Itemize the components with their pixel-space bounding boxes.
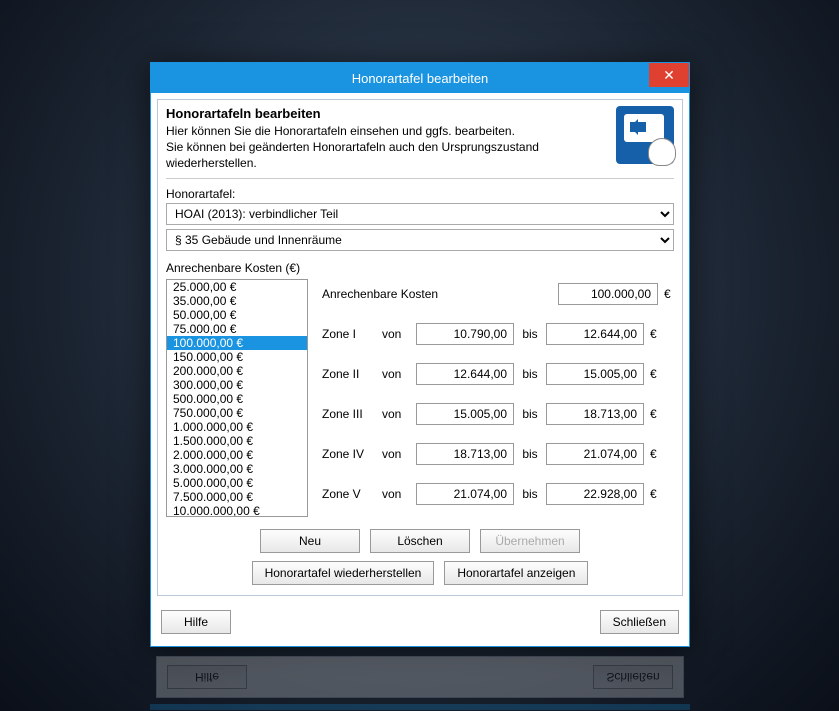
zone-bis-input[interactable] — [546, 363, 644, 385]
cost-list-item[interactable]: 10.000.000,00 € — [167, 504, 307, 517]
eur-symbol: € — [650, 327, 660, 341]
cost-list-item[interactable]: 75.000,00 € — [167, 322, 307, 336]
cost-list-item[interactable]: 5.000.000,00 € — [167, 476, 307, 490]
von-label: von — [382, 447, 410, 461]
cost-list-item[interactable]: 200.000,00 € — [167, 364, 307, 378]
bis-label: bis — [520, 487, 540, 501]
form-area: Anrechenbare Kosten € Zone Ivonbis€Zone … — [322, 279, 674, 523]
cost-list-item[interactable]: 50.000,00 € — [167, 308, 307, 322]
zone-label: Zone II — [322, 367, 376, 381]
dialog-title: Honorartafel bearbeiten — [352, 71, 489, 86]
cost-list-item[interactable]: 100.000,00 € — [167, 336, 307, 350]
zone-row: Zone III von bis € — [322, 403, 674, 425]
zone-bis-input[interactable] — [546, 443, 644, 465]
schliessen-button[interactable]: Schließen — [600, 610, 679, 634]
cost-list-item[interactable]: 1.500.000,00 € — [167, 434, 307, 448]
eur-symbol: € — [650, 487, 660, 501]
eur-symbol: € — [650, 447, 660, 461]
eur-symbol: € — [650, 407, 660, 421]
header-line1: Hier können Sie die Honorartafeln einseh… — [166, 124, 515, 138]
zone-von-input[interactable] — [416, 403, 514, 425]
cost-list-item[interactable]: 1.000.000,00 € — [167, 420, 307, 434]
uebernehmen-button[interactable]: Übernehmen — [480, 529, 580, 553]
bis-label: bis — [520, 327, 540, 341]
honorartafel-select-2[interactable]: § 35 Gebäude und Innenräume — [166, 229, 674, 251]
zone-label: Zone I — [322, 327, 376, 341]
hilfe-button[interactable]: Hilfe — [161, 610, 231, 634]
anzeigen-button[interactable]: Honorartafel anzeigen — [444, 561, 588, 585]
neu-button[interactable]: Neu — [260, 529, 360, 553]
cost-list-item[interactable]: 7.500.000,00 € — [167, 490, 307, 504]
zone-bis-input[interactable] — [546, 483, 644, 505]
eur-symbol: € — [650, 367, 660, 381]
von-label: von — [382, 327, 410, 341]
header-description: Hier können Sie die Honorartafeln einseh… — [166, 123, 606, 172]
zone-row: Zone I von bis € — [322, 323, 674, 345]
cost-list-item[interactable]: 2.000.000,00 € — [167, 448, 307, 462]
honorartafel-select-1[interactable]: HOAI (2013): verbindlicher Teil — [166, 203, 674, 225]
cost-list-item[interactable]: 500.000,00 € — [167, 392, 307, 406]
zone-von-input[interactable] — [416, 363, 514, 385]
zone-bis-input[interactable] — [546, 403, 644, 425]
mid-section: 25.000,00 €35.000,00 €50.000,00 €75.000,… — [166, 279, 674, 523]
cost-list-item[interactable]: 750.000,00 € — [167, 406, 307, 420]
anrechenbare-kosten-input[interactable] — [558, 283, 658, 305]
von-label: von — [382, 367, 410, 381]
header-line2: Sie können bei geänderten Honorartafeln … — [166, 140, 539, 170]
zone-von-input[interactable] — [416, 483, 514, 505]
zone-label: Zone III — [322, 407, 376, 421]
von-label: von — [382, 407, 410, 421]
cost-listbox[interactable]: 25.000,00 €35.000,00 €50.000,00 €75.000,… — [166, 279, 308, 517]
dialog-footer: Hilfe Schließen — [151, 602, 689, 646]
cost-list-item[interactable]: 3.000.000,00 € — [167, 462, 307, 476]
honorartafel-label: Honorartafel: — [166, 187, 674, 201]
cost-list-item[interactable]: 300.000,00 € — [167, 378, 307, 392]
wiederherstellen-button[interactable]: Honorartafel wiederherstellen — [252, 561, 435, 585]
zone-von-input[interactable] — [416, 323, 514, 345]
von-label: von — [382, 487, 410, 501]
cost-list-item[interactable]: 150.000,00 € — [167, 350, 307, 364]
bis-label: bis — [520, 367, 540, 381]
header-section: Honorartafeln bearbeiten Hier können Sie… — [166, 106, 674, 179]
cost-list-item[interactable]: 25.000,00 € — [167, 280, 307, 294]
header-heading: Honorartafeln bearbeiten — [166, 106, 321, 121]
eur-symbol: € — [664, 287, 674, 301]
bis-label: bis — [520, 407, 540, 421]
cost-list-item[interactable]: 35.000,00 € — [167, 294, 307, 308]
button-row-2: Honorartafel wiederherstellen Honorartaf… — [166, 561, 674, 585]
anrechenbare-kosten-label: Anrechenbare Kosten — [322, 287, 552, 301]
cost-list-label: Anrechenbare Kosten (€) — [166, 261, 674, 275]
zone-row: Zone IV von bis € — [322, 443, 674, 465]
dialog-body: Honorartafeln bearbeiten Hier können Sie… — [157, 99, 683, 596]
header-text: Honorartafeln bearbeiten Hier können Sie… — [166, 106, 606, 172]
close-button[interactable]: ✕ — [649, 63, 689, 87]
dialog-window: Honorartafel bearbeiten ✕ Honorartafeln … — [150, 62, 690, 647]
titlebar[interactable]: Honorartafel bearbeiten ✕ — [151, 63, 689, 93]
loeschen-button[interactable]: Löschen — [370, 529, 470, 553]
card-hand-icon — [616, 106, 674, 164]
zone-bis-input[interactable] — [546, 323, 644, 345]
zone-von-input[interactable] — [416, 443, 514, 465]
zone-row: Zone V von bis € — [322, 483, 674, 505]
bis-label: bis — [520, 447, 540, 461]
zone-row: Zone II von bis € — [322, 363, 674, 385]
zone-label: Zone V — [322, 487, 376, 501]
close-icon: ✕ — [663, 67, 675, 84]
zone-label: Zone IV — [322, 447, 376, 461]
button-row-1: Neu Löschen Übernehmen — [166, 529, 674, 553]
anrechenbare-kosten-row: Anrechenbare Kosten € — [322, 283, 674, 305]
